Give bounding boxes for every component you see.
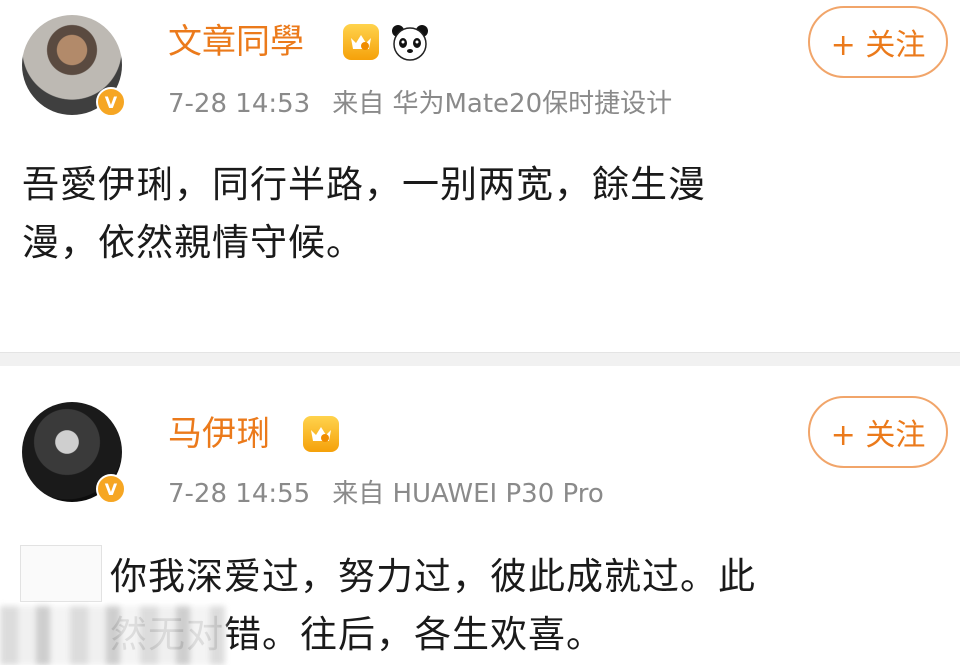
follow-button[interactable]: + 关注 [808,396,948,468]
username[interactable]: 马伊琍 [168,414,270,454]
post-timestamp: 7-28 14:53 [168,89,311,119]
post-content-line: 吾愛伊琍，同行半路，一别两宽，餘生漫 [22,163,706,206]
post-meta: 7-28 14:53 来自 华为Mate20保时捷设计 [168,88,672,120]
post-content-line: 然无对错。往后，各生欢喜。 [110,613,604,656]
verified-badge-icon: V [96,474,126,504]
post-divider [0,352,960,367]
verified-badge-icon: V [96,87,126,117]
username[interactable]: 文章同學 [168,22,304,62]
post-card: V 文章同學 7-28 14:53 来自 华为Mate20保时捷设计 + 关注 吾… [0,0,960,352]
post-timestamp: 7-28 14:55 [168,479,311,509]
crown-level-icon[interactable] [343,24,379,60]
post-source: 来自 HUAWEI P30 Pro [332,479,604,509]
crown-level-icon[interactable] [303,416,339,452]
image-placeholder [20,545,102,602]
post-content: 吾愛伊琍，同行半路，一别两宽，餘生漫 漫，依然親情守候。 [22,156,902,272]
post-content: 你我深爱过，努力过，彼此成就过。此 然无对错。往后，各生欢喜。 [110,548,930,664]
follow-button[interactable]: + 关注 [808,6,948,78]
post-content-line: 漫，依然親情守候。 [22,221,364,264]
avatar[interactable]: V [22,15,126,117]
panda-icon[interactable] [390,22,430,62]
post-content-line: 你我深爱过，努力过，彼此成就过。此 [110,555,756,598]
avatar[interactable]: V [22,402,126,504]
blurred-watermark [0,606,225,665]
post-meta: 7-28 14:55 来自 HUAWEI P30 Pro [168,478,604,510]
post-source: 来自 华为Mate20保时捷设计 [332,89,673,119]
